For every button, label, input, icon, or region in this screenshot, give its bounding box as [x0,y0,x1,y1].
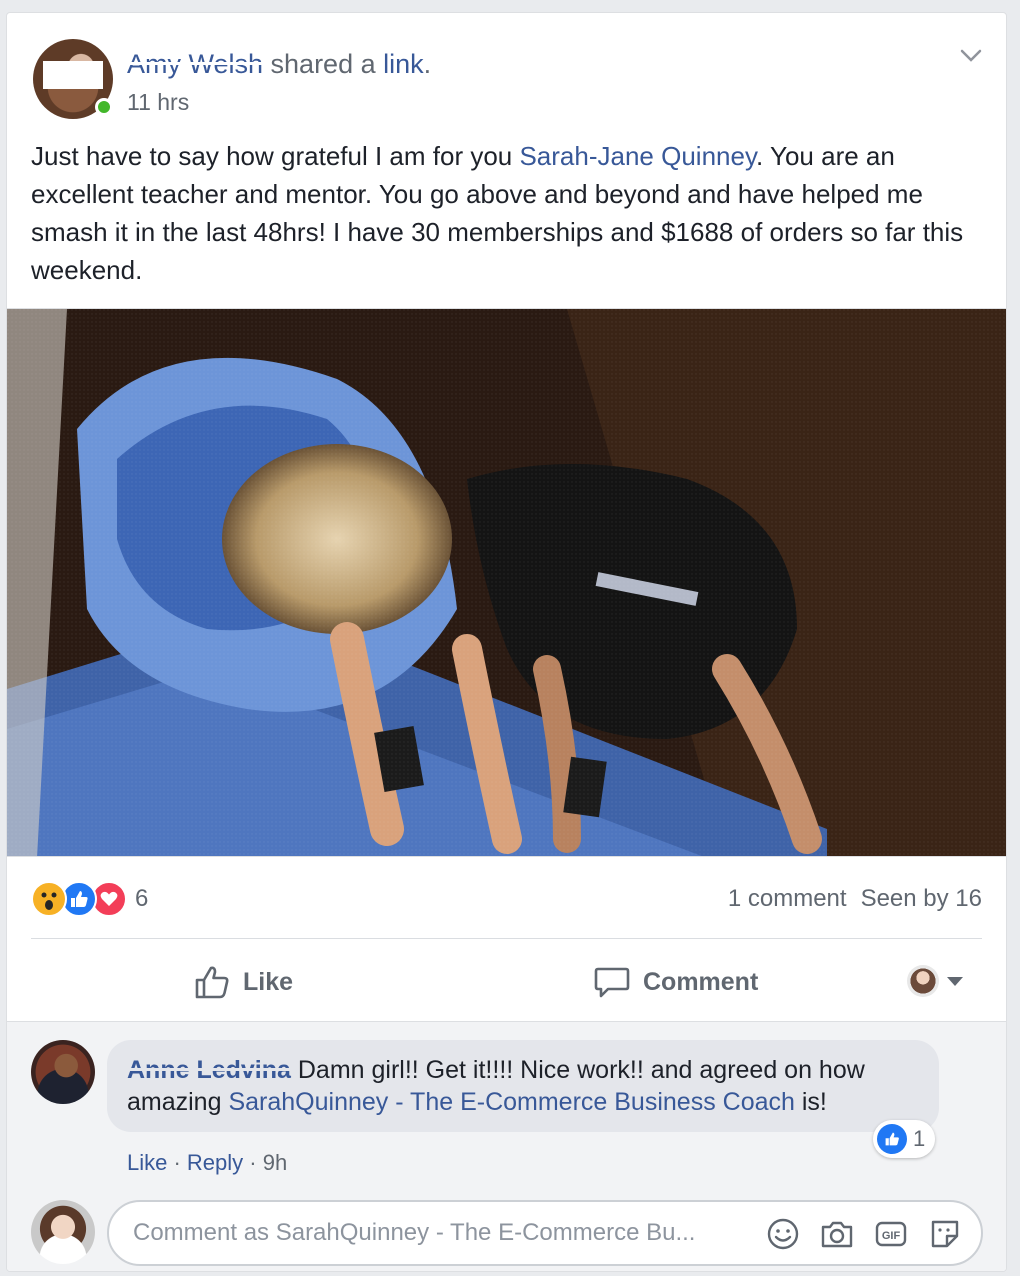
comment-time[interactable]: 9h [263,1150,287,1175]
post-as-avatar [907,965,939,997]
camera-icon[interactable] [819,1216,855,1252]
like-button-label: Like [243,967,294,996]
gif-illustration [7,309,1006,856]
comment-count-link[interactable]: 1 comment [728,885,847,912]
comment-like-link[interactable]: Like [127,1150,167,1175]
emoji-icon[interactable] [765,1216,801,1252]
like-button[interactable]: Like [193,961,293,1003]
online-status-dot [95,98,113,116]
shared-link[interactable]: link [383,49,424,79]
comment-meta: Like · Reply · 9h [127,1150,287,1176]
divider [31,938,982,939]
separator: · [167,1150,187,1175]
comment-text-after: is! [794,1088,827,1116]
wow-icon [31,881,67,917]
like-icon [877,1124,907,1154]
author-name[interactable]: Amy Welsh [127,49,263,79]
thumbs-up-icon [195,966,229,999]
action-bar: Like Comment [7,953,1006,1011]
comments-section: Anne Ledvina Damn girl!! Get it!!!! Nice… [7,1021,1006,1271]
action-text: shared a [263,49,384,79]
comment-bubble: Anne Ledvina Damn girl!! Get it!!!! Nice… [107,1040,939,1132]
comment-button-label: Comment [643,967,759,996]
gif-icon[interactable]: GIF [873,1216,909,1252]
comment-bubble-icon [594,967,630,998]
current-user-avatar[interactable] [31,1200,95,1264]
reaction-count: 6 [135,885,149,912]
comment-mention[interactable]: SarahQuinney - The E-Commerce Business C… [228,1088,794,1116]
post-timestamp[interactable]: 11 hrs [127,89,189,116]
comment-reaction-badge[interactable]: 1 [873,1120,936,1158]
post-mention[interactable]: Sarah-Jane Quinney [519,141,756,171]
post-text-before: Just have to say how grateful I am for y… [31,141,520,171]
comment-like-count: 1 [913,1126,926,1151]
caret-down-icon [947,976,963,986]
commenter-avatar[interactable] [31,1040,95,1104]
post-stats: 1 comment Seen by 16 [728,885,982,913]
sticker-icon[interactable] [927,1216,963,1252]
post-card: Amy Welsh shared a link. 11 hrs Just hav… [6,12,1007,1272]
post-header: Amy Welsh shared a link. [127,49,431,80]
post-body: Just have to say how grateful I am for y… [31,137,981,289]
action-end: . [423,49,432,79]
composer-tools: GIF [765,1216,963,1252]
svg-text:GIF: GIF [882,1230,901,1242]
comment-button[interactable]: Comment [593,961,758,1003]
post-gif-image[interactable] [7,308,1006,857]
post-as-selector[interactable] [907,965,963,997]
comment-input[interactable] [133,1219,743,1247]
comment-composer[interactable]: GIF [107,1200,983,1266]
separator: · [243,1150,263,1175]
seen-by-count[interactable]: Seen by 16 [861,885,982,912]
comment-reply-link[interactable]: Reply [187,1150,243,1175]
post-options-chevron-icon[interactable] [960,43,982,65]
commenter-name[interactable]: Anne Ledvina [127,1056,291,1084]
redaction [43,61,103,89]
